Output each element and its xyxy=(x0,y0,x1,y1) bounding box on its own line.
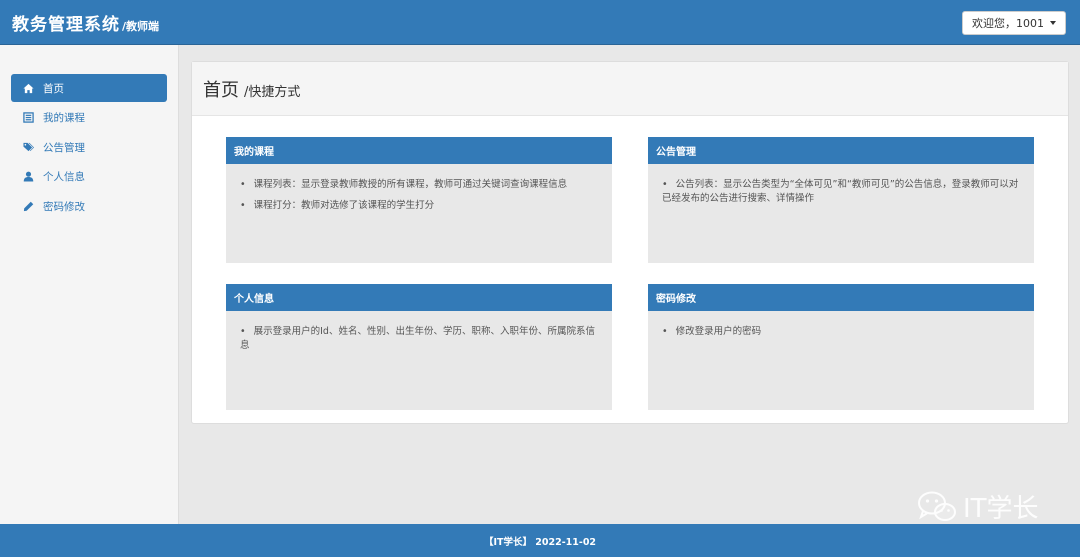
tags-icon xyxy=(23,142,34,153)
list-item: • 展示登录用户的Id、姓名、性别、出生年份、学历、职称、入职年份、所属院系信息 xyxy=(240,325,600,353)
wechat-icon xyxy=(918,491,956,521)
sidebar-item-my-courses[interactable]: 我的课程 xyxy=(11,104,167,132)
page-title: 首页 xyxy=(203,79,239,101)
bullet-icon: • xyxy=(240,326,246,337)
list-item-text: 展示登录用户的Id、姓名、性别、出生年份、学历、职称、入职年份、所属院系信息 xyxy=(240,326,595,351)
sidebar-item-label: 个人信息 xyxy=(43,171,85,183)
card-title[interactable]: 公告管理 xyxy=(648,137,1034,164)
list-item: • 修改登录用户的密码 xyxy=(662,325,1022,339)
list-item-text: 公告列表：显示公告类型为“全体可见”和“教师可见”的公告信息，登录教师可以对已经… xyxy=(662,179,1019,204)
caret-down-icon xyxy=(1050,21,1056,25)
bullet-icon: • xyxy=(240,179,246,190)
card-title[interactable]: 个人信息 xyxy=(226,284,612,311)
footer-text: 【IT学长】 2022-11-02 xyxy=(483,536,597,548)
card-announcements: 公告管理 • 公告列表：显示公告类型为“全体可见”和“教师可见”的公告信息，登录教… xyxy=(648,137,1034,263)
list-item: • 公告列表：显示公告类型为“全体可见”和“教师可见”的公告信息，登录教师可以对已… xyxy=(662,178,1022,206)
footer: 【IT学长】 2022-11-02 xyxy=(0,524,1080,557)
panel-header: 首页 /快捷方式 xyxy=(192,62,1068,116)
watermark-text: IT学长 xyxy=(963,494,1039,524)
sidebar-item-profile[interactable]: 个人信息 xyxy=(11,163,167,191)
card-body: • 课程列表：显示登录教师教授的所有课程，教师可通过关键词查询课程信息 • 课程打分… xyxy=(226,164,612,213)
bullet-icon: • xyxy=(662,326,668,337)
watermark: IT学长 xyxy=(917,488,1039,525)
card-title[interactable]: 密码修改 xyxy=(648,284,1034,311)
sidebar-item-label: 首页 xyxy=(43,82,64,95)
sidebar-item-label: 我的课程 xyxy=(43,112,85,124)
sidebar-item-label: 密码修改 xyxy=(43,200,85,213)
card-body: • 展示登录用户的Id、姓名、性别、出生年份、学历、职称、入职年份、所属院系信息 xyxy=(226,311,612,353)
brand[interactable]: 教务管理系统 /教师端 xyxy=(12,10,159,35)
sidebar-item-label: 公告管理 xyxy=(43,141,85,154)
home-icon xyxy=(23,83,34,94)
app-title: 教务管理系统 xyxy=(12,15,120,35)
sidebar-item-password[interactable]: 密码修改 xyxy=(11,192,167,220)
pencil-icon xyxy=(23,201,34,212)
list-item-text: 修改登录用户的密码 xyxy=(675,326,762,337)
card-body: • 修改登录用户的密码 xyxy=(648,311,1034,339)
page-subtitle: /快捷方式 xyxy=(244,84,301,100)
card-password: 密码修改 • 修改登录用户的密码 xyxy=(648,284,1034,410)
sidebar-item-announcements[interactable]: 公告管理 xyxy=(11,133,167,161)
list-item-text: 课程列表：显示登录教师教授的所有课程，教师可通过关键词查询课程信息 xyxy=(253,179,568,190)
user-dropdown-label: 欢迎您，1001 xyxy=(972,17,1044,30)
sidebar: 首页 我的课程 公告管理 个人信息 密码修改 xyxy=(0,45,179,524)
app-subtitle: /教师端 xyxy=(122,20,160,33)
sidebar-item-home[interactable]: 首页 xyxy=(11,74,167,102)
card-title[interactable]: 我的课程 xyxy=(226,137,612,164)
list-item: • 课程打分：教师对选修了该课程的学生打分 xyxy=(240,199,600,213)
main-panel: 首页 /快捷方式 我的课程 • 课程列表：显示登录教师教授的所有课程，教师可通过关… xyxy=(191,61,1069,424)
list-item: • 课程列表：显示登录教师教授的所有课程，教师可通过关键词查询课程信息 xyxy=(240,178,600,192)
user-icon xyxy=(23,171,34,182)
card-profile: 个人信息 • 展示登录用户的Id、姓名、性别、出生年份、学历、职称、入职年份、所属… xyxy=(226,284,612,410)
sidebar-nav: 首页 我的课程 公告管理 个人信息 密码修改 xyxy=(0,74,178,220)
bullet-icon: • xyxy=(662,179,668,190)
card-my-courses: 我的课程 • 课程列表：显示登录教师教授的所有课程，教师可通过关键词查询课程信息 … xyxy=(226,137,612,263)
top-navbar: 教务管理系统 /教师端 欢迎您，1001 xyxy=(0,0,1080,45)
card-body: • 公告列表：显示公告类型为“全体可见”和“教师可见”的公告信息，登录教师可以对已… xyxy=(648,164,1034,206)
list-item-text: 课程打分：教师对选修了该课程的学生打分 xyxy=(253,200,435,211)
bullet-icon: • xyxy=(240,200,246,211)
list-icon xyxy=(23,112,34,123)
user-dropdown-button[interactable]: 欢迎您，1001 xyxy=(962,11,1066,35)
